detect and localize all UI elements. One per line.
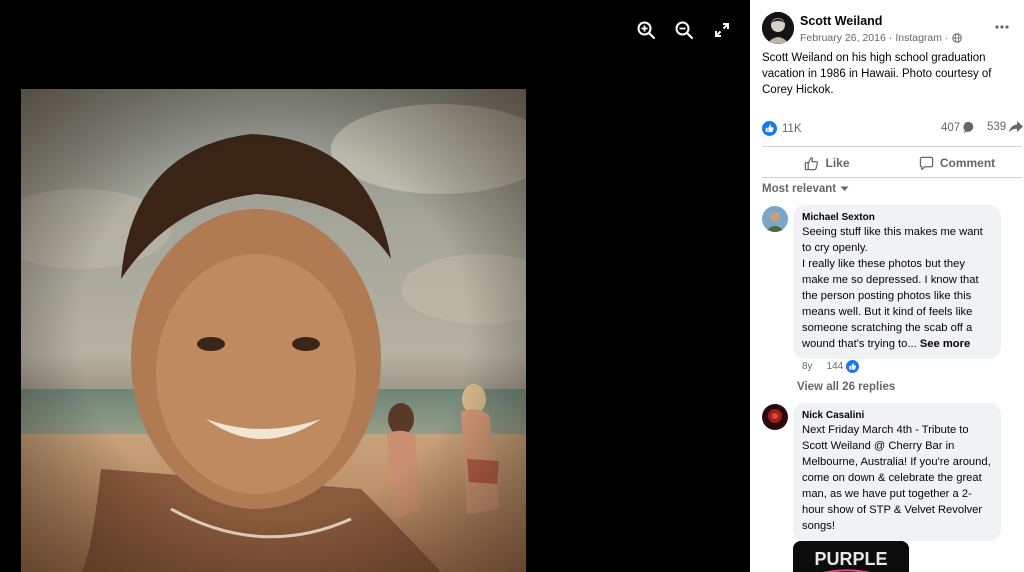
meta-separator: · [888, 32, 893, 44]
comment-reaction-count: 144 [826, 361, 844, 372]
fullscreen-icon [715, 23, 729, 37]
thumbs-up-icon [805, 156, 819, 170]
comment-bubble-icon [963, 121, 974, 133]
photo-illustration [21, 89, 526, 572]
share-count: 539 [987, 121, 1007, 133]
post-source: Instagram [895, 32, 942, 44]
comment-reactions[interactable]: 144 [827, 360, 860, 373]
commenter-name[interactable]: Michael Sexton [802, 211, 992, 224]
zoom-out-button[interactable] [670, 16, 698, 44]
see-more-link[interactable]: See more [920, 338, 970, 350]
chevron-down-icon [840, 186, 849, 191]
globe-icon [951, 33, 962, 43]
comment-attachment-image[interactable]: PURPLE [793, 541, 909, 572]
zoom-in-button[interactable] [632, 16, 660, 44]
view-replies-link[interactable]: View all 26 replies [797, 381, 895, 393]
post-header: Scott Weiland February 26, 2016 · Instag… [762, 12, 1016, 48]
divider-bottom [762, 177, 1022, 178]
comment-age: 8y [802, 361, 813, 372]
commenter-name[interactable]: Nick Casalini [802, 409, 992, 422]
viewer-toolbar [632, 16, 736, 44]
post-panel: Scott Weiland February 26, 2016 · Instag… [750, 0, 1024, 572]
comment-footer: 8y 144 [802, 360, 860, 373]
avatar-image [762, 12, 794, 44]
comment-icon [919, 156, 934, 170]
divider-top [762, 146, 1022, 147]
post-stats: 11K 407 539 [762, 121, 1024, 139]
comment-bubble: Nick Casalini Next Friday March 4th - Tr… [793, 403, 1001, 541]
post-actions: Like Comment [762, 150, 1022, 176]
commenter-avatar[interactable] [762, 404, 788, 430]
share-count-link[interactable]: 539 [987, 121, 1024, 133]
comment-bubble: Michael Sexton Seeing stuff like this ma… [793, 205, 1001, 359]
like-count: 11K [782, 122, 802, 135]
photo-viewer [0, 0, 750, 572]
comment-count-link[interactable]: 407 [941, 121, 976, 134]
zoom-out-icon [675, 21, 694, 40]
fullscreen-button[interactable] [708, 16, 736, 44]
comment-body: Seeing stuff like this makes me want to … [802, 226, 983, 350]
post-photo [21, 89, 526, 572]
post-meta: February 26, 2016 · Instagram · [800, 32, 962, 44]
post-caption: Scott Weiland on his high school graduat… [762, 52, 992, 96]
comment-sort-dropdown[interactable]: Most relevant [762, 183, 849, 195]
avatar-image [762, 404, 788, 430]
post-date[interactable]: February 26, 2016 [800, 32, 886, 44]
share-arrow-icon [1009, 121, 1024, 133]
sort-label: Most relevant [762, 183, 837, 195]
more-options-button[interactable] [992, 18, 1012, 36]
attachment-text: PURPLE [814, 549, 887, 569]
comment-text: Seeing stuff like this makes me want to … [802, 224, 992, 352]
like-reaction-icon [846, 360, 860, 373]
page-avatar[interactable] [762, 12, 794, 44]
like-button[interactable]: Like [762, 150, 892, 176]
more-options-icon [995, 25, 1009, 29]
reaction-summary[interactable]: 11K [762, 121, 802, 136]
comment-text: Next Friday March 4th - Tribute to Scott… [802, 424, 991, 532]
post-author[interactable]: Scott Weiland [800, 14, 882, 28]
commenter-avatar[interactable] [762, 206, 788, 232]
attachment-graphic: PURPLE [793, 541, 909, 572]
comment-count: 407 [941, 121, 961, 134]
like-label: Like [825, 156, 850, 170]
zoom-in-icon [637, 21, 656, 40]
avatar-image [762, 206, 788, 232]
like-reaction-icon [762, 121, 777, 136]
comment-label: Comment [939, 156, 996, 170]
meta-separator-2: · [945, 32, 949, 44]
comment-button[interactable]: Comment [892, 150, 1022, 176]
